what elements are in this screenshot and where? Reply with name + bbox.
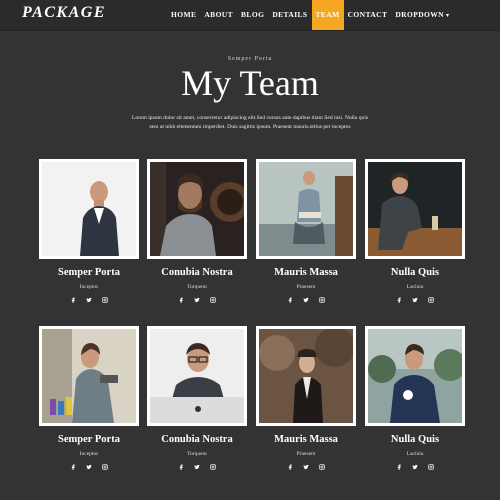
- twitter-icon[interactable]: [86, 296, 93, 303]
- twitter-icon[interactable]: [194, 463, 201, 470]
- member-name: Nulla Quis: [390, 434, 440, 445]
- facebook-icon[interactable]: [70, 463, 77, 470]
- instagram-icon[interactable]: [428, 463, 435, 470]
- facebook-icon[interactable]: [178, 463, 185, 470]
- team-card: Semper Porta Inceptos: [39, 159, 139, 303]
- team-photo[interactable]: [39, 159, 139, 259]
- team-photo[interactable]: [147, 159, 247, 259]
- twitter-icon[interactable]: [303, 296, 310, 303]
- main-nav: HOME ABOUT BLOG DETAILS TEAM CONTACT DRO…: [167, 0, 453, 30]
- chevron-down-icon: ▾: [445, 13, 450, 19]
- facebook-icon[interactable]: [396, 463, 403, 470]
- nav-details-label: DETAILS: [272, 10, 308, 19]
- facebook-icon[interactable]: [287, 463, 294, 470]
- nav-contact-label: CONTACT: [347, 10, 388, 19]
- instagram-icon[interactable]: [210, 463, 217, 470]
- twitter-icon[interactable]: [412, 463, 419, 470]
- social-links: [256, 296, 356, 303]
- team-photo[interactable]: [365, 326, 465, 426]
- instagram-icon[interactable]: [319, 463, 326, 470]
- nav-dropdown[interactable]: DROPDOWN ▾: [391, 0, 453, 30]
- social-links: [365, 463, 465, 470]
- instagram-icon[interactable]: [102, 296, 109, 303]
- nav-team[interactable]: TEAM: [311, 0, 344, 30]
- nav-team-label: TEAM: [315, 10, 340, 19]
- member-name: Conubia Nostra: [161, 267, 233, 278]
- nav-blog[interactable]: BLOG: [237, 0, 268, 30]
- social-links: [39, 296, 139, 303]
- team-photo[interactable]: [365, 159, 465, 259]
- facebook-icon[interactable]: [396, 296, 403, 303]
- member-name: Mauris Massa: [274, 267, 338, 278]
- section-description: Lorem ipsum dolor sit amet, consectetur …: [131, 115, 369, 130]
- social-links: [256, 463, 356, 470]
- portrait-image: [150, 162, 244, 256]
- portrait-image: [259, 162, 353, 256]
- team-card: Conubia Nostra Torquent: [147, 326, 247, 470]
- nav-dropdown-label: DROPDOWN: [395, 10, 444, 19]
- member-name: Semper Porta: [58, 267, 120, 278]
- team-card: Nulla Quis Lacinia: [365, 326, 465, 470]
- nav-about-label: ABOUT: [204, 10, 234, 19]
- twitter-icon[interactable]: [194, 296, 201, 303]
- portrait-image: [368, 329, 462, 423]
- page-title: My Team: [181, 63, 319, 103]
- nav-blog-label: BLOG: [241, 10, 265, 19]
- nav-home[interactable]: HOME: [167, 0, 200, 30]
- social-links: [365, 296, 465, 303]
- nav-contact[interactable]: CONTACT: [344, 0, 392, 30]
- team-photo[interactable]: [256, 159, 356, 259]
- team-card: Conubia Nostra Torquent: [147, 159, 247, 303]
- portrait-image: [368, 162, 462, 256]
- team-photo[interactable]: [256, 326, 356, 426]
- team-photo[interactable]: [39, 326, 139, 426]
- member-role: Inceptos: [79, 451, 99, 457]
- instagram-icon[interactable]: [319, 296, 326, 303]
- member-role: Lacinia: [406, 451, 424, 457]
- social-links: [147, 296, 247, 303]
- member-role: Inceptos: [79, 284, 99, 290]
- member-name: Nulla Quis: [390, 267, 440, 278]
- member-role: Praesent: [296, 451, 316, 457]
- social-links: [39, 463, 139, 470]
- instagram-icon[interactable]: [102, 463, 109, 470]
- facebook-icon[interactable]: [70, 296, 77, 303]
- brand-logo[interactable]: PACKAGE: [22, 4, 106, 22]
- team-card: Mauris Massa Praesent: [256, 159, 356, 303]
- member-role: Torquent: [187, 284, 207, 290]
- nav-about[interactable]: ABOUT: [200, 0, 237, 30]
- member-name: Conubia Nostra: [161, 434, 233, 445]
- member-name: Semper Porta: [58, 434, 120, 445]
- team-photo[interactable]: [147, 326, 247, 426]
- nav-details[interactable]: DETAILS: [268, 0, 311, 30]
- twitter-icon[interactable]: [412, 296, 419, 303]
- member-role: Torquent: [187, 451, 207, 457]
- navbar: PACKAGE HOME ABOUT BLOG DETAILS TEAM CON…: [0, 0, 500, 31]
- social-links: [147, 463, 247, 470]
- member-name: Mauris Massa: [274, 434, 338, 445]
- team-card: Mauris Massa Praesent: [256, 326, 356, 470]
- facebook-icon[interactable]: [178, 296, 185, 303]
- portrait-image: [150, 329, 244, 423]
- team-card: Nulla Quis Lacinia: [365, 159, 465, 303]
- instagram-icon[interactable]: [210, 296, 217, 303]
- member-role: Praesent: [296, 284, 316, 290]
- portrait-image: [42, 162, 136, 256]
- facebook-icon[interactable]: [287, 296, 294, 303]
- instagram-icon[interactable]: [428, 296, 435, 303]
- twitter-icon[interactable]: [303, 463, 310, 470]
- member-role: Lacinia: [406, 284, 424, 290]
- nav-home-label: HOME: [171, 10, 197, 19]
- twitter-icon[interactable]: [86, 463, 93, 470]
- portrait-image: [42, 329, 136, 423]
- team-card: Semper Porta Inceptos: [39, 326, 139, 470]
- portrait-image: [259, 329, 353, 423]
